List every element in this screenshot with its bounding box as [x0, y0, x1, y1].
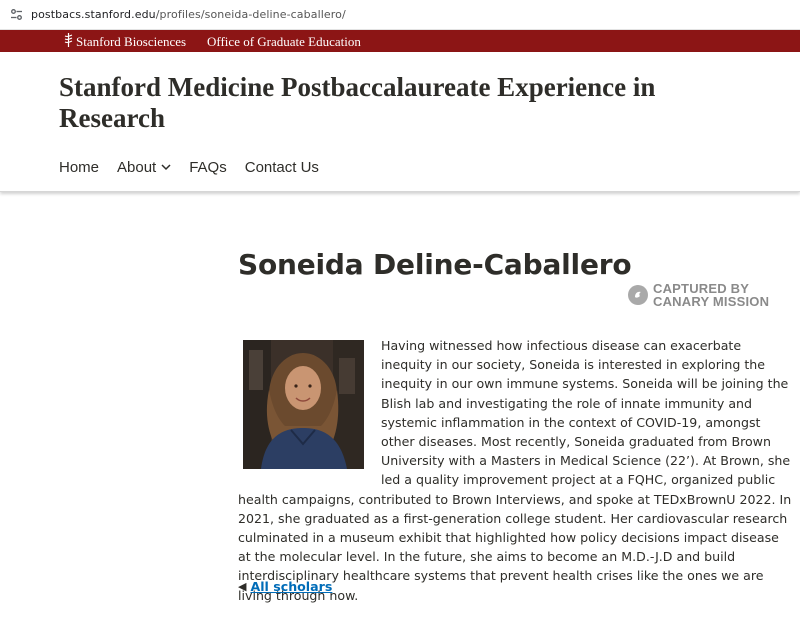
all-scholars-link-row: ◀ All scholars: [238, 579, 332, 594]
canary-text: CAPTURED BY CANARY MISSION: [653, 282, 769, 308]
site-settings-icon[interactable]: [9, 8, 23, 22]
nav-contact-us[interactable]: Contact Us: [245, 159, 319, 176]
nav-faqs[interactable]: FAQs: [189, 159, 227, 176]
canary-watermark: CAPTURED BY CANARY MISSION: [628, 282, 769, 308]
main-nav: Home About FAQs Contact Us: [59, 159, 337, 176]
canary-bird-icon: [628, 285, 648, 305]
canary-line2: CANARY MISSION: [653, 294, 770, 309]
back-arrow-icon: ◀: [238, 580, 247, 593]
all-scholars-link[interactable]: All scholars: [250, 579, 332, 594]
nav-home[interactable]: Home: [59, 159, 99, 176]
photo-spacer: [238, 336, 381, 488]
url-host: postbacs.stanford.edu: [31, 8, 156, 21]
url-path: /profiles/soneida-deline-caballero/: [155, 8, 346, 21]
site-title[interactable]: Stanford Medicine Postbaccalaureate Expe…: [59, 72, 719, 134]
profile-name: Soneida Deline-Caballero: [238, 248, 632, 281]
chevron-down-icon: [161, 164, 171, 171]
stanford-biosciences-link[interactable]: Stanford Biosciences: [64, 33, 186, 51]
url-text[interactable]: postbacs.stanford.edu/profiles/soneida-d…: [31, 8, 346, 21]
stanford-tree-icon: [64, 33, 73, 51]
office-graduate-education-link[interactable]: Office of Graduate Education: [207, 34, 361, 50]
nav-about[interactable]: About: [117, 159, 171, 176]
brand-bar: Stanford Biosciences Office of Graduate …: [0, 30, 800, 52]
browser-address-bar[interactable]: postbacs.stanford.edu/profiles/soneida-d…: [0, 0, 800, 30]
site-header: Stanford Medicine Postbaccalaureate Expe…: [0, 52, 800, 192]
nav-about-label: About: [117, 159, 157, 176]
profile-bio: Having witnessed how infectious disease …: [238, 336, 792, 605]
brand-label: Stanford Biosciences: [76, 34, 187, 49]
